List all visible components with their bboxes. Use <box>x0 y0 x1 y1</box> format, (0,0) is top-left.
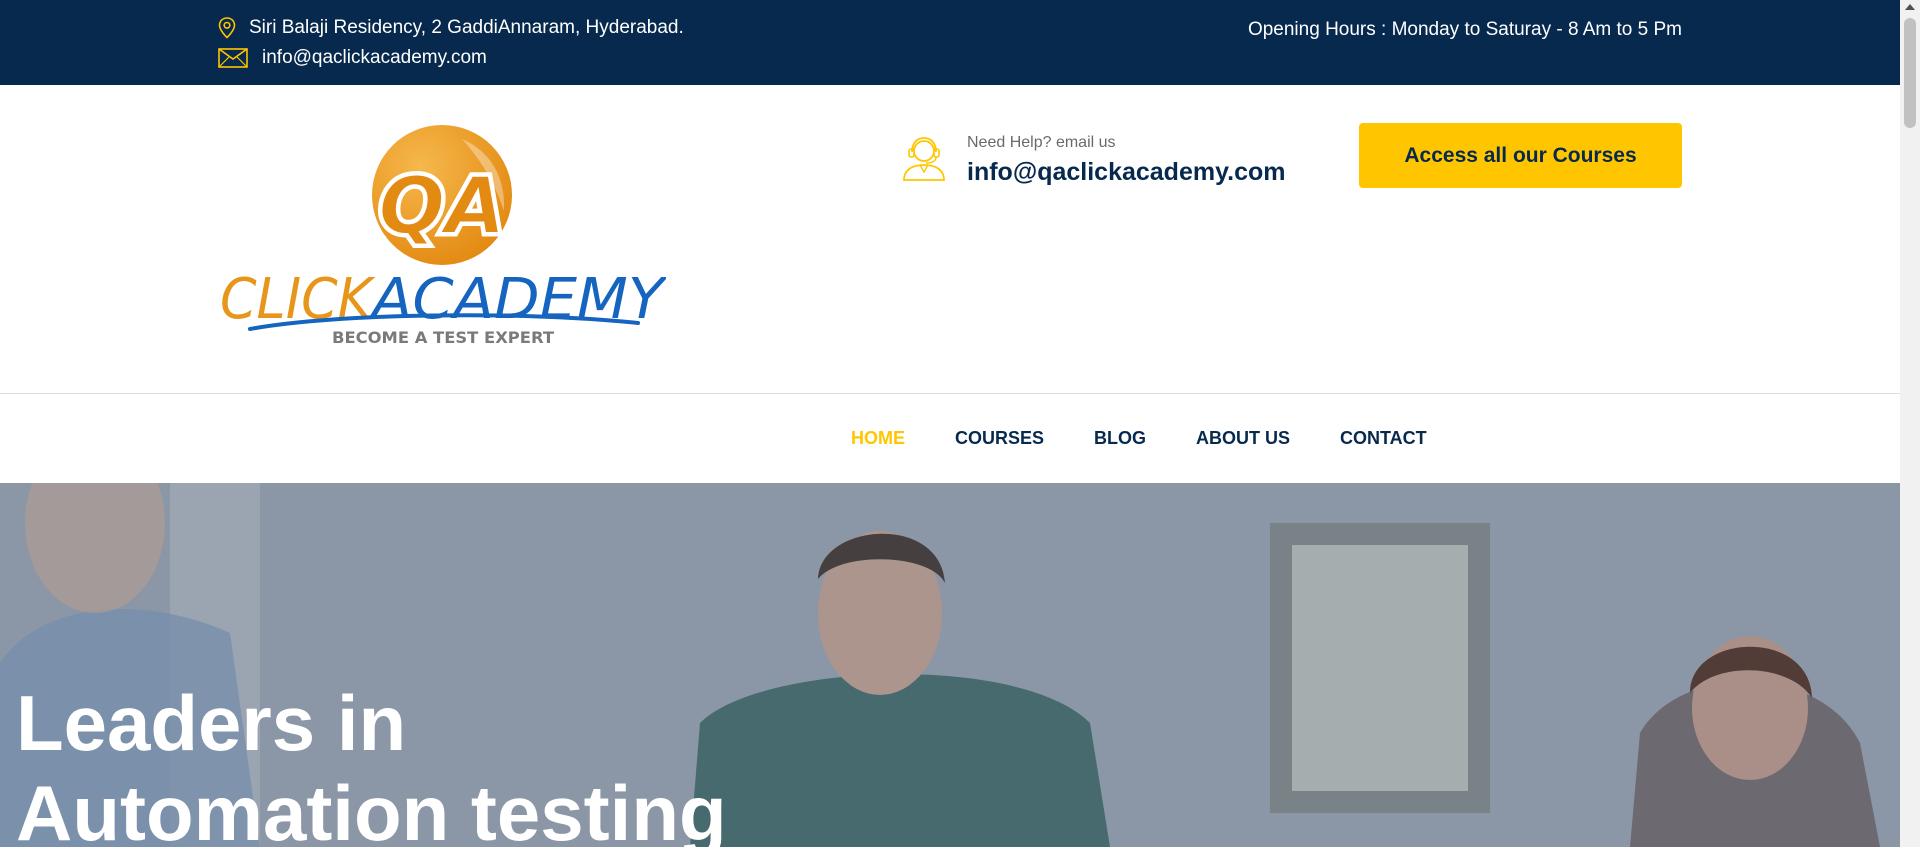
help-email-link[interactable]: info@qaclickacademy.com <box>967 158 1285 187</box>
hero-title-line-1: Leaders in <box>16 679 407 767</box>
nav-menu: HOME COURSES BLOG ABOUT US CONTACT <box>851 428 1477 449</box>
help-contact: Need Help? email us info@qaclickacademy.… <box>900 131 1285 187</box>
main-nav: HOME COURSES BLOG ABOUT US CONTACT <box>0 394 1900 483</box>
nav-item-blog[interactable]: BLOG <box>1094 428 1146 449</box>
nav-item-courses[interactable]: COURSES <box>955 428 1044 449</box>
scroll-up-arrow-icon[interactable] <box>1905 4 1915 10</box>
nav-item-about-us[interactable]: ABOUT US <box>1196 428 1290 449</box>
scrollbar-thumb[interactable] <box>1904 18 1916 128</box>
hero-title: Leaders in Automation testing <box>16 678 727 847</box>
hero-title-line-2: Automation testing <box>16 769 727 847</box>
qa-click-academy-logo[interactable]: QA QA CLICK ACADEMY BECOME A TEST EXPERT <box>218 125 668 350</box>
access-courses-button[interactable]: Access all our Courses <box>1359 123 1682 188</box>
address-text: Siri Balaji Residency, 2 GaddiAnnaram, H… <box>249 17 684 38</box>
svg-text:QA: QA <box>379 162 506 252</box>
help-text-block: Need Help? email us info@qaclickacademy.… <box>967 131 1285 187</box>
support-agent-icon <box>900 134 948 182</box>
nav-item-contact[interactable]: CONTACT <box>1340 428 1427 449</box>
envelope-icon <box>218 48 248 68</box>
nav-item-home[interactable]: HOME <box>851 428 905 449</box>
topbar-email-link[interactable]: info@qaclickacademy.com <box>262 47 487 69</box>
site-header: QA QA CLICK ACADEMY BECOME A TEST EXPERT… <box>0 85 1900 393</box>
hero-banner: Leaders in Automation testing <box>0 483 1900 847</box>
email-row[interactable]: info@qaclickacademy.com <box>218 47 487 69</box>
address-row: Siri Balaji Residency, 2 GaddiAnnaram, H… <box>218 17 684 39</box>
page-scrollbar[interactable] <box>1900 0 1920 847</box>
opening-hours: Opening Hours : Monday to Saturay - 8 Am… <box>1247 19 1682 40</box>
map-pin-icon <box>218 17 236 39</box>
help-label: Need Help? email us <box>967 134 1116 151</box>
top-info-bar: Siri Balaji Residency, 2 GaddiAnnaram, H… <box>0 0 1900 85</box>
svg-text:BECOME A TEST EXPERT: BECOME A TEST EXPERT <box>332 328 554 347</box>
